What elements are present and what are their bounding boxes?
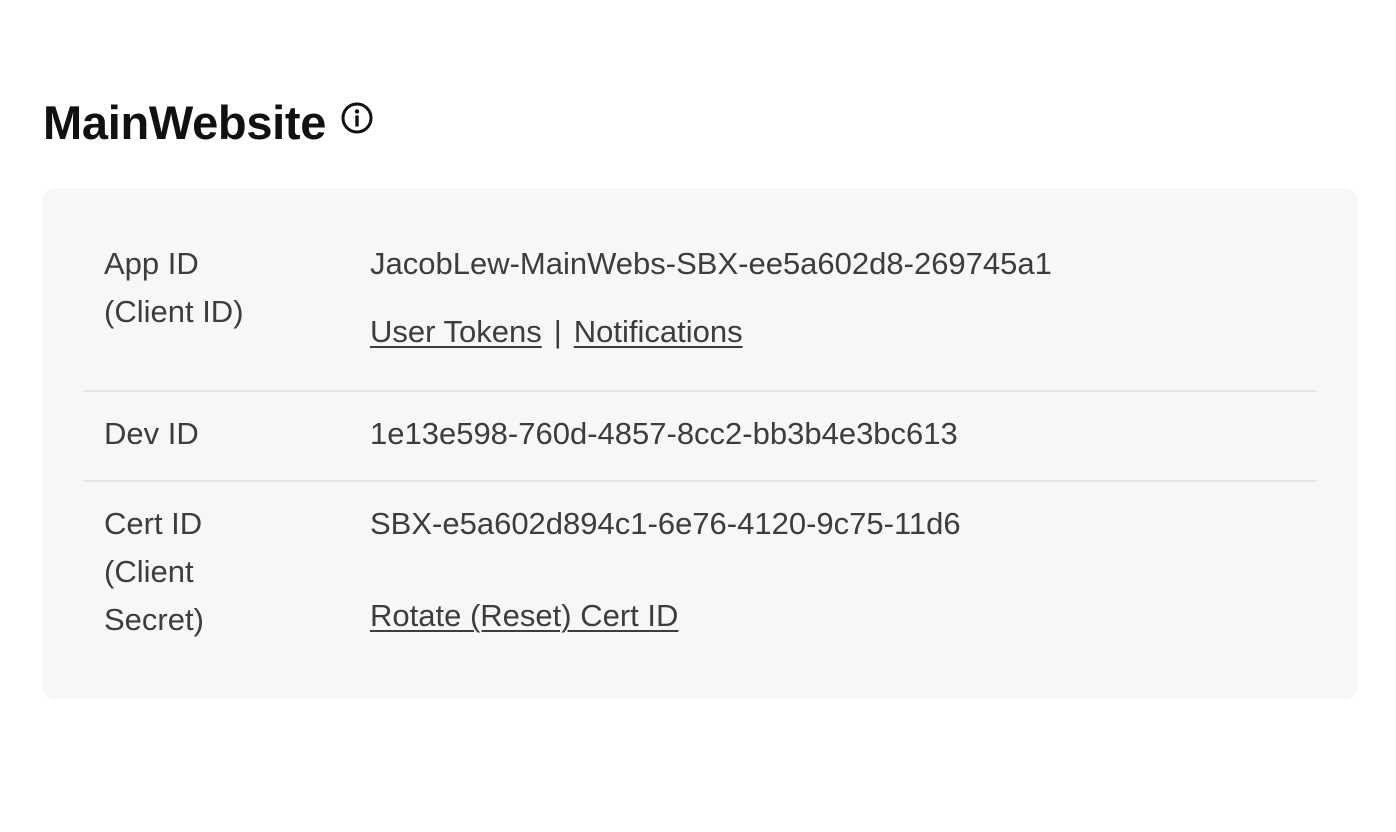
links-separator: | bbox=[553, 314, 562, 349]
cert-id-row: Cert ID (Client Secret) SBX-e5a602d894c1… bbox=[84, 500, 1316, 650]
row-divider bbox=[84, 390, 1316, 392]
user-tokens-link[interactable]: User Tokens bbox=[370, 314, 542, 349]
app-id-row: App ID (Client ID) JacobLew-MainWebs-SBX… bbox=[84, 240, 1316, 390]
cert-id-value: SBX-e5a602d894c1-6e76-4120-9c75-11d6 bbox=[370, 506, 961, 541]
cert-id-links: Rotate (Reset) Cert ID bbox=[370, 592, 678, 640]
title-row: MainWebsite bbox=[43, 92, 374, 152]
row-divider bbox=[84, 480, 1316, 482]
dev-id-value: 1e13e598-760d-4857-8cc2-bb3b4e3bc613 bbox=[370, 416, 958, 451]
app-id-label: App ID (Client ID) bbox=[104, 246, 244, 329]
page-title: MainWebsite bbox=[43, 95, 327, 149]
info-icon[interactable] bbox=[340, 101, 374, 135]
cert-id-label: Cert ID (Client Secret) bbox=[104, 506, 204, 637]
credentials-card: App ID (Client ID) JacobLew-MainWebs-SBX… bbox=[42, 188, 1358, 699]
dev-id-label: Dev ID bbox=[104, 416, 199, 451]
app-id-links: User Tokens | Notifications bbox=[370, 308, 743, 356]
rotate-cert-id-link[interactable]: Rotate (Reset) Cert ID bbox=[370, 598, 678, 633]
notifications-link[interactable]: Notifications bbox=[574, 314, 743, 349]
dev-id-row: Dev ID 1e13e598-760d-4857-8cc2-bb3b4e3bc… bbox=[84, 410, 1316, 470]
app-id-value: JacobLew-MainWebs-SBX-ee5a602d8-269745a1 bbox=[370, 246, 1052, 281]
